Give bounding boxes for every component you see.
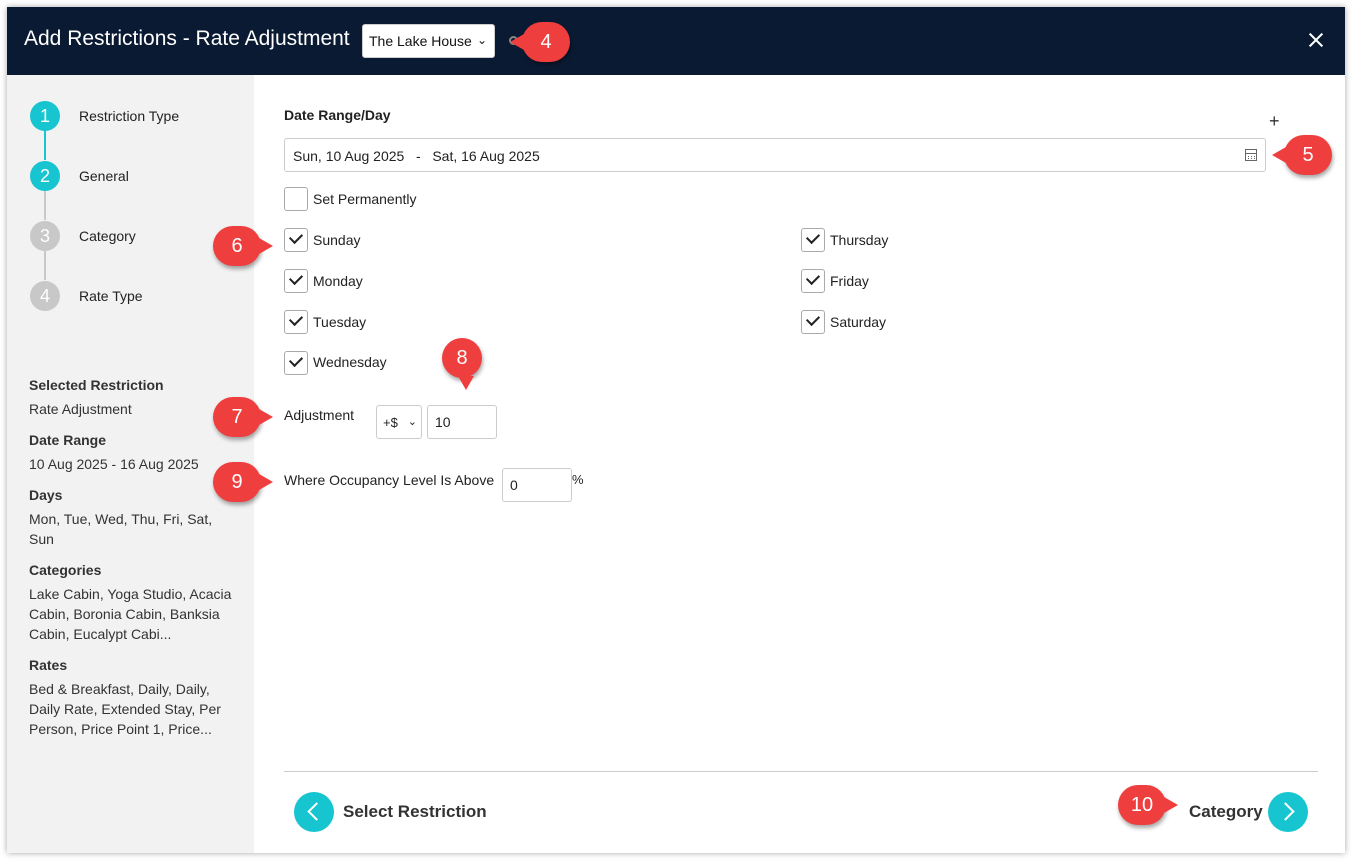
callout-8: 8	[442, 338, 482, 390]
thursday-label: Thursday	[830, 232, 889, 248]
callout-5: 5	[1272, 135, 1332, 175]
dialog-header: Add Restrictions - Rate Adjustment The L…	[7, 7, 1345, 75]
callout-9: 9	[213, 462, 273, 502]
step-number: 1	[30, 101, 60, 131]
check-icon	[288, 352, 304, 368]
callout-6: 6	[213, 226, 273, 266]
chevron-down-icon: ⌄	[476, 33, 487, 47]
adjustment-type-select[interactable]: +$ ⌄	[376, 405, 422, 439]
wednesday-checkbox[interactable]	[284, 351, 308, 375]
tuesday-checkbox[interactable]	[284, 310, 308, 334]
summary-heading: Selected Restriction	[29, 377, 164, 393]
property-select[interactable]: The Lake House ⌄	[362, 24, 495, 58]
footer-divider	[284, 771, 1318, 772]
date-range-value: Sun, 10 Aug 2025 - Sat, 16 Aug 2025	[293, 148, 540, 164]
summary-value: Bed & Breakfast, Daily, Daily, Daily Rat…	[29, 681, 221, 737]
occupancy-input[interactable]	[502, 468, 572, 502]
summary-selected-restriction: Selected Restriction Rate Adjustment	[29, 377, 234, 419]
back-button-label[interactable]: Select Restriction	[343, 802, 487, 822]
summary-heading: Categories	[29, 562, 102, 578]
check-icon	[288, 229, 304, 245]
thursday-checkbox[interactable]	[801, 228, 825, 252]
calendar-icon[interactable]	[1245, 149, 1257, 161]
check-icon	[288, 270, 304, 286]
close-icon[interactable]	[1305, 29, 1327, 51]
sunday-label: Sunday	[313, 232, 361, 248]
summary-heading: Rates	[29, 657, 68, 673]
sunday-checkbox[interactable]	[284, 228, 308, 252]
dialog-title: Add Restrictions - Rate Adjustment	[24, 27, 350, 50]
step-number: 2	[30, 161, 60, 191]
percent-unit: %	[572, 472, 584, 487]
date-range-title: Date Range/Day	[284, 107, 391, 123]
step-connector	[44, 190, 46, 220]
step-connector	[44, 130, 46, 160]
adjustment-type-value: +$	[383, 415, 398, 430]
summary-value: Lake Cabin, Yoga Studio, Acacia Cabin, B…	[29, 586, 232, 642]
add-restrictions-dialog: Add Restrictions - Rate Adjustment The L…	[7, 7, 1345, 853]
check-icon	[805, 229, 821, 245]
saturday-checkbox[interactable]	[801, 310, 825, 334]
summary-days: Days Mon, Tue, Wed, Thu, Fri, Sat, Sun	[29, 487, 234, 549]
step-label: Restriction Type	[79, 108, 180, 124]
monday-checkbox[interactable]	[284, 269, 308, 293]
step-number: 4	[30, 281, 60, 311]
check-icon	[288, 311, 304, 327]
back-arrow-icon[interactable]	[294, 792, 334, 832]
next-button-label[interactable]: Category	[1189, 802, 1263, 822]
wizard-sidebar: 1 Restriction Type 2 General 3 Category …	[7, 75, 254, 853]
set-permanently-checkbox[interactable]	[284, 187, 308, 211]
adjustment-label: Adjustment	[284, 407, 355, 423]
property-select-value: The Lake House	[369, 33, 472, 49]
friday-checkbox[interactable]	[801, 269, 825, 293]
callout-7: 7	[213, 397, 273, 437]
step-label: Rate Type	[79, 288, 143, 304]
monday-label: Monday	[313, 273, 363, 289]
main-form: Date Range/Day + Sun, 10 Aug 2025 - Sat,…	[254, 75, 1345, 853]
summary-value: Mon, Tue, Wed, Thu, Fri, Sat, Sun	[29, 511, 213, 547]
friday-label: Friday	[830, 273, 869, 289]
step-connector	[44, 250, 46, 280]
saturday-label: Saturday	[830, 314, 887, 330]
summary-categories: Categories Lake Cabin, Yoga Studio, Acac…	[29, 562, 234, 644]
step-number: 3	[30, 221, 60, 251]
callout-10: 10	[1118, 785, 1178, 825]
tuesday-label: Tuesday	[313, 314, 367, 330]
summary-heading: Days	[29, 487, 63, 503]
check-icon	[805, 270, 821, 286]
step-label: Category	[79, 228, 136, 244]
set-permanently-label: Set Permanently	[313, 191, 417, 207]
summary-heading: Date Range	[29, 432, 107, 448]
check-icon	[805, 311, 821, 327]
date-range-input[interactable]: Sun, 10 Aug 2025 - Sat, 16 Aug 2025	[284, 138, 1266, 172]
adjustment-amount-input[interactable]	[427, 405, 497, 439]
plus-icon[interactable]: +	[1269, 111, 1280, 132]
next-arrow-icon[interactable]	[1268, 792, 1308, 832]
summary-rates: Rates Bed & Breakfast, Daily, Daily, Dai…	[29, 657, 234, 739]
chevron-down-icon: ⌄	[407, 416, 417, 428]
step-label: General	[79, 168, 129, 184]
wednesday-label: Wednesday	[313, 354, 387, 370]
callout-4: 4	[510, 22, 570, 62]
summary-value: 10 Aug 2025 - 16 Aug 2025	[29, 456, 199, 472]
summary-value: Rate Adjustment	[29, 401, 132, 417]
summary-date-range: Date Range 10 Aug 2025 - 16 Aug 2025	[29, 432, 234, 474]
occupancy-label: Where Occupancy Level Is Above	[284, 472, 495, 488]
